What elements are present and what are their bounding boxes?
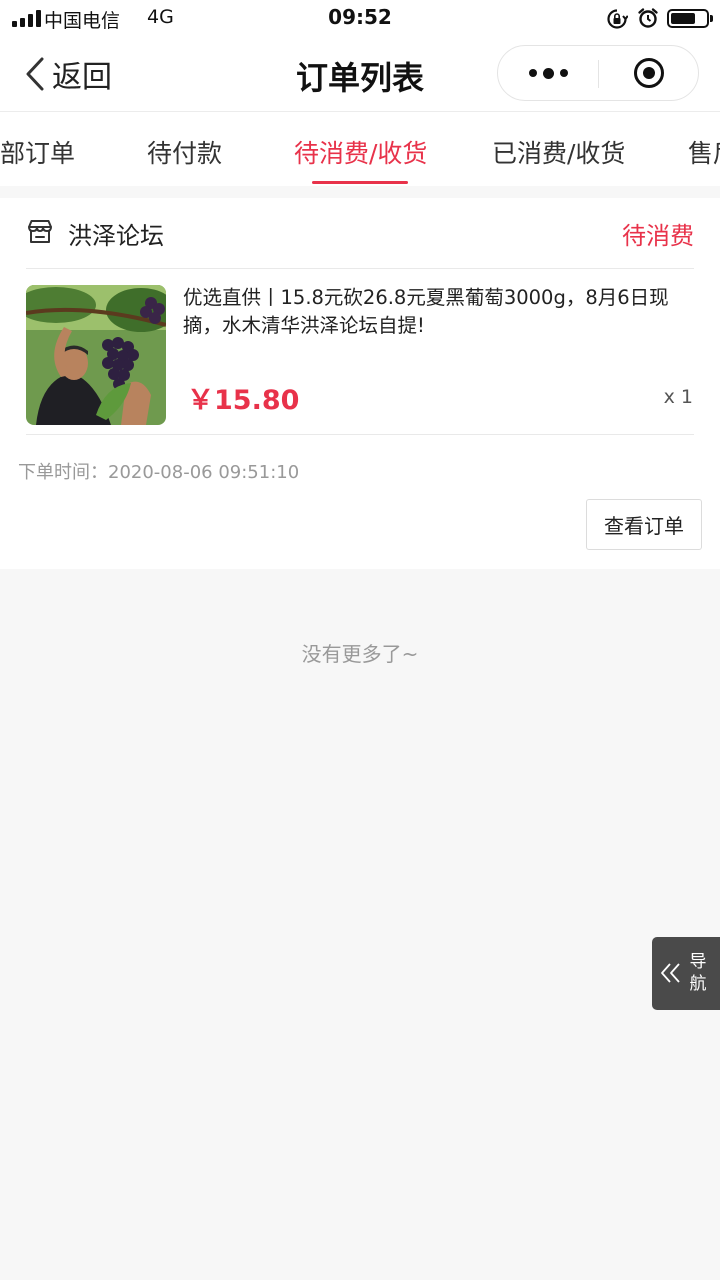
tab-received[interactable]: 已消费/收货: [492, 134, 625, 170]
order-card: 洪泽论坛 待消费 优选直供丨15.8元砍26.8元夏黑葡萄3000g，8月6日现…: [0, 198, 720, 569]
shop-name[interactable]: 洪泽论坛: [68, 216, 164, 251]
order-list-page: 中国电信 4G 09:52 返回 订单列表 部订单 待付款 待消费/收货 已消费…: [0, 0, 720, 1280]
order-time: 下单时间：2020-08-06 09:51:10: [18, 462, 300, 483]
product-quantity: x 1: [663, 386, 693, 408]
more-dots-icon: [528, 69, 537, 77]
alarm-icon: [638, 8, 658, 28]
back-chevron-icon: [26, 57, 44, 91]
more-button[interactable]: [498, 46, 598, 100]
navigation-bar: 返回 订单列表: [0, 38, 720, 112]
order-status-badge: 待消费: [622, 222, 694, 250]
divider: [26, 434, 694, 435]
close-mini-program-button[interactable]: [599, 46, 699, 100]
store-icon: [28, 220, 52, 243]
mini-program-capsule: [497, 45, 699, 101]
no-more-text: 没有更多了~: [301, 642, 419, 666]
back-label: 返回: [52, 60, 112, 95]
view-order-button[interactable]: 查看订单: [586, 499, 702, 550]
divider: [26, 268, 694, 269]
product-title[interactable]: 优选直供丨15.8元砍26.8元夏黑葡萄3000g，8月6日现摘，水木清华洪泽论…: [183, 284, 698, 340]
back-button[interactable]: 返回: [24, 52, 112, 96]
tab-all-orders[interactable]: 部订单: [0, 134, 75, 170]
product-image[interactable]: [26, 285, 166, 425]
close-target-icon: [634, 58, 664, 88]
double-chevron-left-icon: [661, 963, 680, 983]
tab-after-sales[interactable]: 售后: [688, 134, 720, 170]
orientation-lock-icon: [607, 9, 628, 29]
order-status-tabs: 部订单 待付款 待消费/收货 已消费/收货 售后: [0, 112, 720, 186]
active-tab-indicator: [312, 181, 408, 184]
tab-pending-payment[interactable]: 待付款: [147, 134, 222, 170]
floating-nav-label: 导航: [689, 952, 707, 994]
battery-icon: [667, 9, 713, 28]
status-bar: 中国电信 4G 09:52: [0, 0, 720, 38]
product-price: ￥15.80: [187, 385, 300, 416]
tab-pending-delivery[interactable]: 待消费/收货: [294, 134, 427, 170]
shop-row: 洪泽论坛 待消费: [26, 216, 694, 250]
floating-nav-button[interactable]: 导航: [652, 937, 720, 1010]
